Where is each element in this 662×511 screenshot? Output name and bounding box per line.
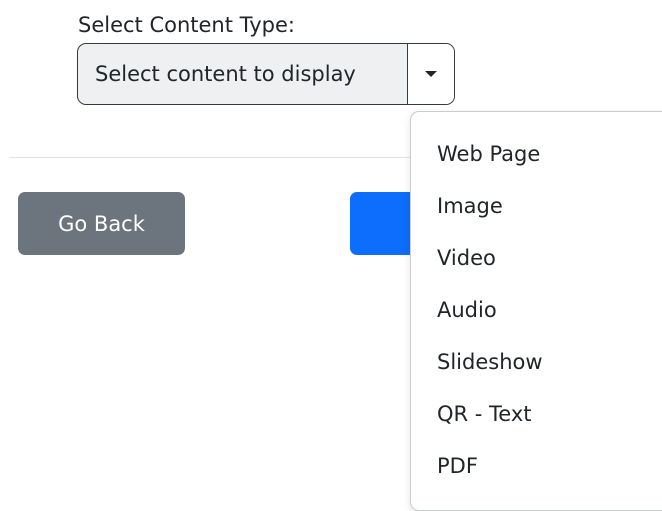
content-type-label: Select Content Type: [78,13,295,37]
dropdown-item-qr-text[interactable]: QR - Text [411,388,662,440]
dropdown-item-slideshow[interactable]: Slideshow [411,336,662,388]
dropdown-item-image[interactable]: Image [411,180,662,232]
dropdown-item-video[interactable]: Video [411,232,662,284]
dropdown-item-web-page[interactable]: Web Page [411,128,662,180]
caret-down-icon [425,71,437,77]
dropdown-item-audio[interactable]: Audio [411,284,662,336]
content-type-select[interactable]: Select content to display [77,43,455,105]
select-dropdown-toggle[interactable] [407,44,454,104]
select-current-value[interactable]: Select content to display [78,44,407,104]
content-type-dropdown-menu: Web Page Image Video Audio Slideshow QR … [410,111,662,511]
section-divider [10,157,420,158]
dropdown-item-pdf[interactable]: PDF [411,440,662,492]
go-back-button[interactable]: Go Back [18,192,185,255]
